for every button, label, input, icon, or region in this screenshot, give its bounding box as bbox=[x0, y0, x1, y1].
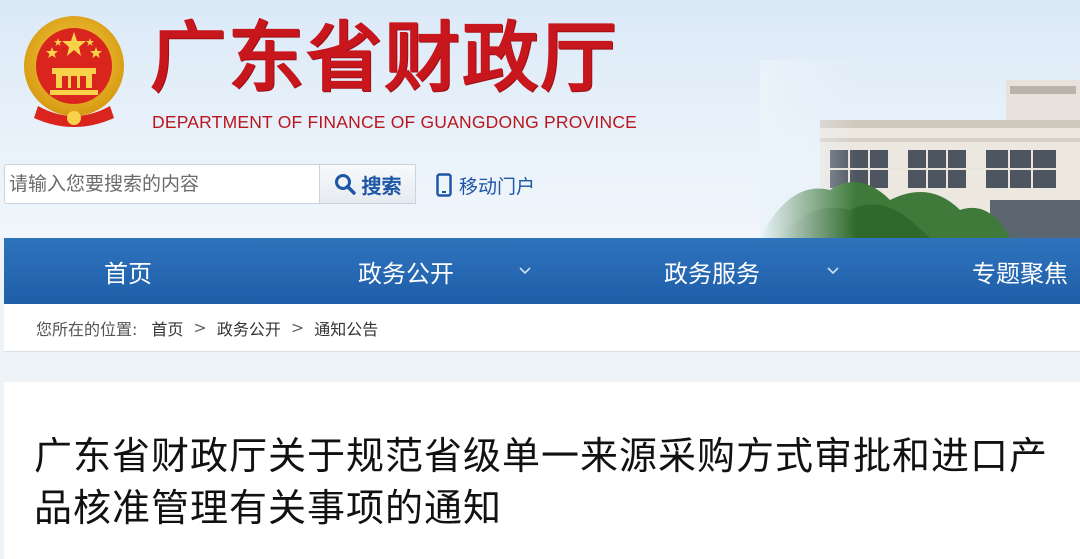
nav-item-gov-services[interactable]: 政务服务 bbox=[664, 238, 760, 304]
breadcrumb-link-gov-affairs-open[interactable]: 政务公开 bbox=[217, 316, 281, 340]
search-input[interactable] bbox=[4, 164, 320, 204]
breadcrumb-link-home[interactable]: 首页 bbox=[151, 316, 183, 340]
site-header: 广东省财政厅 DEPARTMENT OF FINANCE OF GUANGDON… bbox=[0, 0, 1080, 238]
mobile-phone-icon bbox=[436, 173, 452, 197]
nav-item-label: 首页 bbox=[104, 259, 152, 288]
site-title: 广东省财政厅 bbox=[150, 13, 618, 102]
nav-item-label: 政务服务 bbox=[664, 259, 760, 288]
chevron-down-icon[interactable] bbox=[518, 238, 532, 304]
breadcrumb: 您所在的位置: 首页 > 政务公开 > 通知公告 bbox=[4, 304, 1080, 352]
main-nav: 首页 政务公开 政务服务 专题聚焦 bbox=[4, 238, 1080, 304]
nav-item-special-topics[interactable]: 专题聚焦 bbox=[972, 238, 1068, 304]
article-title: 广东省财政厅关于规范省级单一来源采购方式审批和进口产品核准管理有关事项的通知 bbox=[34, 434, 1049, 530]
chevron-down-icon[interactable] bbox=[826, 238, 840, 304]
nav-item-gov-affairs-open[interactable]: 政务公开 bbox=[358, 238, 454, 304]
nav-item-label: 专题聚焦 bbox=[972, 259, 1068, 288]
search-button-label: 搜索 bbox=[361, 173, 402, 198]
nav-item-home[interactable]: 首页 bbox=[104, 238, 152, 304]
search-button[interactable]: 搜索 bbox=[320, 164, 416, 204]
breadcrumb-prefix: 您所在的位置: bbox=[36, 319, 138, 339]
breadcrumb-link-notices[interactable]: 通知公告 bbox=[314, 316, 378, 340]
breadcrumb-separator: > bbox=[290, 318, 305, 337]
building-illustration bbox=[760, 60, 1080, 238]
breadcrumb-separator: > bbox=[193, 318, 207, 337]
mobile-portal-link[interactable]: 移动门户 bbox=[436, 170, 535, 200]
mobile-portal-label: 移动门户 bbox=[459, 175, 536, 198]
article-panel: 广东省财政厅关于规范省级单一来源采购方式审批和进口产品核准管理有关事项的通知 bbox=[4, 382, 1080, 559]
site-subtitle: DEPARTMENT OF FINANCE OF GUANGDONG PROVI… bbox=[152, 112, 638, 132]
nav-item-label: 政务公开 bbox=[358, 259, 454, 288]
national-emblem-icon bbox=[24, 16, 124, 127]
search-icon bbox=[334, 174, 356, 195]
